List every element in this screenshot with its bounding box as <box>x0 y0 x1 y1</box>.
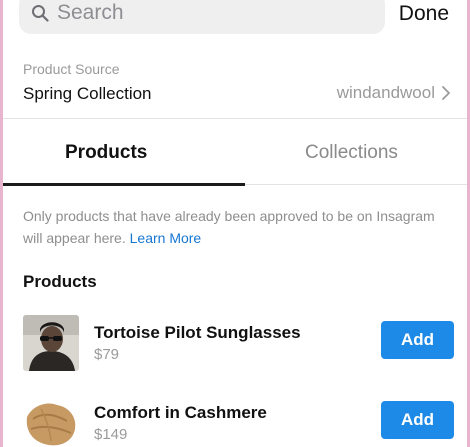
product-source-label: Product Source <box>23 61 120 77</box>
approval-notice: Only products that have already been app… <box>23 205 443 249</box>
tab-collections[interactable]: Collections <box>305 142 398 164</box>
add-button[interactable]: Add <box>381 401 454 439</box>
done-button[interactable]: Done <box>399 2 449 26</box>
approval-notice-text: Only products that have already been app… <box>23 208 435 246</box>
divider <box>3 118 467 119</box>
learn-more-link[interactable]: Learn More <box>130 230 202 246</box>
source-account-link[interactable]: windandwool <box>337 83 451 103</box>
tab-products[interactable]: Products <box>65 142 147 164</box>
list-item: Comfort in Cashmere $149 Add <box>3 393 467 447</box>
product-picker-screen: Done Product Source Spring Collection wi… <box>0 0 470 447</box>
cashmere-sweater-photo-icon <box>23 395 79 447</box>
product-price: $79 <box>94 346 120 363</box>
product-name: Comfort in Cashmere <box>94 403 267 422</box>
active-tab-indicator <box>3 183 245 186</box>
search-bar[interactable] <box>19 0 385 34</box>
search-input[interactable] <box>57 1 357 25</box>
product-name: Tortoise Pilot Sunglasses <box>94 323 301 342</box>
add-button[interactable]: Add <box>381 321 454 359</box>
product-source-value: Spring Collection <box>23 84 152 103</box>
chevron-right-icon <box>442 86 450 100</box>
section-title: Products <box>23 272 97 291</box>
list-item: Tortoise Pilot Sunglasses $79 Add <box>3 313 467 373</box>
source-account-name: windandwool <box>336 83 435 102</box>
tab-divider <box>245 184 467 185</box>
sunglasses-model-photo-icon <box>23 315 79 371</box>
search-icon <box>32 5 49 22</box>
product-price: $149 <box>94 426 128 443</box>
